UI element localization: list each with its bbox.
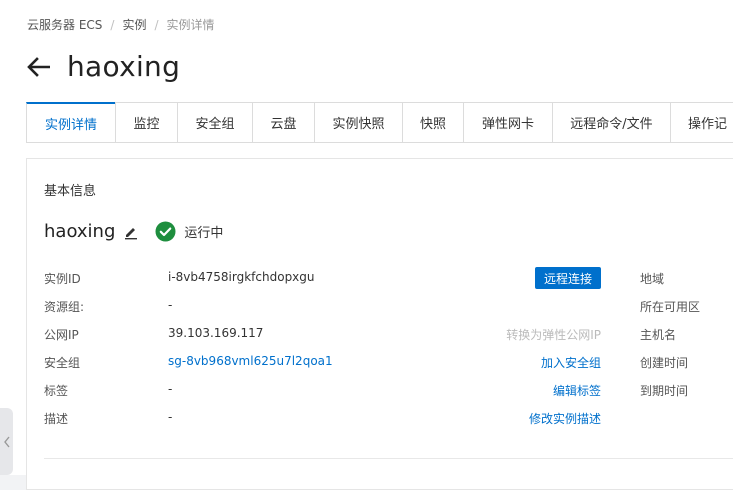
tab-bar: 实例详情 监控 安全组 云盘 实例快照 快照 弹性网卡 远程命令/文件 操作记: [26, 102, 733, 143]
value-security-group-link[interactable]: sg-8vb968vml625u7l2qoa1: [168, 354, 333, 368]
check-circle-icon: [155, 221, 176, 242]
label-description: 描述: [44, 412, 69, 426]
join-security-group-link[interactable]: 加入安全组: [541, 354, 601, 371]
page-title: haoxing: [67, 50, 181, 83]
value-description: -: [168, 410, 173, 424]
tab-remote-command[interactable]: 远程命令/文件: [552, 102, 670, 142]
breadcrumb-separator: /: [110, 17, 115, 32]
edit-description-link[interactable]: 修改实例描述: [529, 410, 601, 427]
instance-header: haoxing 运行中: [44, 221, 223, 242]
chevron-left-icon: [3, 436, 10, 447]
tab-instance-details[interactable]: 实例详情: [26, 102, 115, 142]
edit-tags-link[interactable]: 编辑标签: [553, 382, 601, 399]
breadcrumb-item-ecs[interactable]: 云服务器 ECS: [27, 16, 102, 33]
sidebar-collapse-handle[interactable]: [0, 408, 13, 475]
tab-elastic-nic[interactable]: 弹性网卡: [463, 102, 552, 142]
label-expire-time: 到期时间: [640, 384, 689, 398]
label-security-group: 安全组: [44, 356, 81, 370]
status-text: 运行中: [184, 226, 224, 241]
label-public-ip: 公网IP: [44, 328, 79, 342]
breadcrumb-separator: /: [154, 17, 159, 32]
edit-pencil-icon[interactable]: [123, 224, 139, 240]
value-resource-group: -: [168, 298, 173, 312]
basic-info-panel: 基本信息 haoxing 运行中 实例ID i-8vb4758irgkfchdo…: [26, 158, 733, 490]
convert-eip-link: 转换为弹性公网IP: [506, 328, 601, 342]
page: 云服务器 ECS / 实例 / 实例详情 haoxing 实例详情 监控 安全组…: [0, 0, 733, 490]
tab-instance-snapshot[interactable]: 实例快照: [314, 102, 402, 142]
tab-cloud-disk[interactable]: 云盘: [252, 102, 314, 142]
title-row: haoxing: [25, 50, 180, 83]
tab-snapshot[interactable]: 快照: [402, 102, 463, 142]
section-title: 基本信息: [44, 184, 97, 199]
label-tags: 标签: [44, 384, 69, 398]
tab-security-group[interactable]: 安全组: [177, 102, 252, 142]
label-region: 地域: [640, 272, 665, 286]
value-public-ip: 39.103.169.117: [168, 326, 264, 340]
label-resource-group: 资源组:: [44, 300, 85, 314]
value-tags: -: [168, 382, 173, 396]
remote-connect-button[interactable]: 远程连接: [535, 267, 601, 289]
tab-operation-log[interactable]: 操作记: [670, 102, 733, 142]
breadcrumb-current: 实例详情: [166, 18, 215, 32]
value-instance-id: i-8vb4758irgkfchdopxgu: [168, 270, 315, 284]
divider: [44, 458, 733, 459]
tab-monitoring[interactable]: 监控: [115, 102, 177, 142]
back-arrow-icon[interactable]: [25, 53, 53, 81]
label-created-time: 创建时间: [640, 356, 689, 370]
label-instance-id: 实例ID: [44, 272, 81, 286]
label-zone: 所在可用区: [640, 300, 701, 314]
breadcrumb: 云服务器 ECS / 实例 / 实例详情: [27, 16, 215, 33]
instance-name: haoxing: [44, 221, 116, 242]
label-hostname: 主机名: [640, 328, 677, 342]
breadcrumb-item-instances[interactable]: 实例: [122, 16, 146, 33]
